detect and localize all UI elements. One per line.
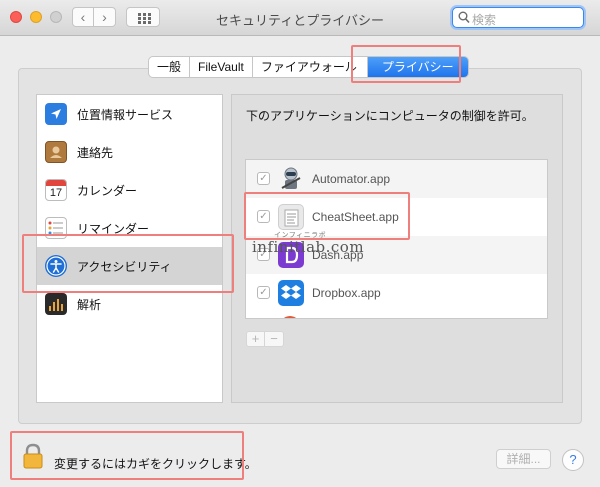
app-row-dropbox[interactable]: ✓ Dropbox.app (246, 274, 547, 312)
tab-bar: 一般 FileVault ファイアウォール プライバシー (148, 56, 469, 78)
preferences-window: ‹ › セキュリティとプライバシー 検索 一般 FileVault ファイアウォ… (0, 0, 600, 487)
sidebar-item-reminders[interactable]: リマインダー (37, 209, 222, 247)
contacts-book-icon (45, 141, 67, 163)
sidebar-item-label: カレンダー (77, 184, 138, 198)
privacy-category-list: 位置情報サービス 連絡先 17 カレンダー リマインダー アクセシビリティ 解析 (36, 94, 223, 403)
app-checkbox[interactable]: ✓ (257, 172, 270, 185)
search-field[interactable]: 検索 (452, 7, 584, 28)
tab-filevault[interactable]: FileVault (190, 57, 253, 77)
accessibility-icon (45, 255, 67, 277)
lock-icon[interactable] (22, 443, 44, 469)
app-checkbox[interactable]: ✓ (257, 210, 270, 223)
app-checkbox[interactable]: ✓ (257, 286, 270, 299)
analytics-icon (45, 293, 67, 315)
add-app-button[interactable]: + (246, 331, 265, 347)
dropbox-icon (278, 280, 304, 306)
sidebar-item-label: リマインダー (77, 222, 150, 236)
sidebar-item-contacts[interactable]: 連絡先 (37, 133, 222, 171)
help-button[interactable]: ? (562, 449, 584, 471)
app-row-automator[interactable]: ✓ Automator.app (246, 160, 547, 198)
sidebar-item-label: アクセシビリティ (77, 260, 172, 274)
tab-firewall[interactable]: ファイアウォール (253, 57, 368, 77)
sidebar-item-accessibility[interactable]: アクセシビリティ (37, 247, 222, 285)
sidebar-item-analytics[interactable]: 解析 (37, 285, 222, 323)
app-name: Dropbox.app (312, 286, 381, 300)
watermark-text: infinitlab.com (252, 238, 365, 256)
search-placeholder: 検索 (472, 13, 497, 27)
title-bar: ‹ › セキュリティとプライバシー 検索 (0, 0, 600, 36)
search-icon (458, 11, 470, 24)
automator-robot-icon (278, 166, 304, 192)
location-arrow-icon (45, 103, 67, 125)
watermark-subtext: インフィニラボ (274, 231, 327, 239)
tab-general[interactable]: 一般 (149, 57, 191, 77)
lock-hint-text: 変更するにはカギをクリックします。 (54, 457, 257, 471)
partial-app-icon (280, 316, 300, 318)
sidebar-item-calendar[interactable]: 17 カレンダー (37, 171, 222, 209)
sidebar-item-label: 解析 (77, 298, 102, 312)
calendar-icon: 17 (45, 179, 67, 201)
app-name: CheatSheet.app (312, 210, 399, 224)
watermark: infinitlab.com インフィニラボ (252, 231, 365, 256)
sidebar-item-location-services[interactable]: 位置情報サービス (37, 95, 222, 133)
details-button[interactable]: 詳細... (496, 449, 551, 469)
sidebar-item-label: 位置情報サービス (77, 108, 174, 122)
app-name: Automator.app (312, 172, 391, 186)
remove-app-button[interactable]: − (265, 331, 284, 347)
sidebar-item-label: 連絡先 (77, 146, 114, 160)
permission-description: 下のアプリケーションにコンピュータの制御を許可。 (246, 109, 534, 123)
cheatsheet-icon (278, 204, 304, 230)
reminders-icon (45, 217, 67, 239)
calendar-day-number: 17 (49, 187, 63, 199)
tab-privacy[interactable]: プライバシー (367, 57, 468, 77)
